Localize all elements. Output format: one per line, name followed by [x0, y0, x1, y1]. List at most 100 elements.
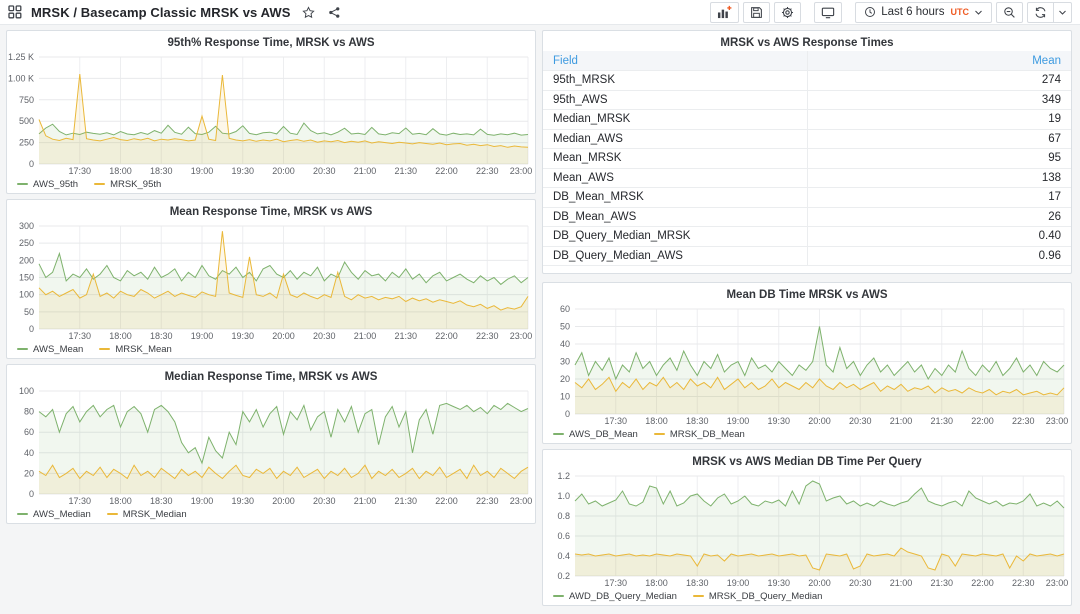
panel-mean-db-time: Mean DB Time MRSK vs AWS 17:3018:0018:30…	[542, 282, 1072, 444]
y-axis-tick-label: 0	[29, 159, 34, 169]
panel-title[interactable]: MRSK vs AWS Response Times	[543, 31, 1071, 51]
legend-item-MRSK_DB_Query_Median[interactable]: MRSK_DB_Query_Median	[693, 591, 823, 602]
y-axis-tick-label: 100	[19, 386, 34, 396]
x-axis-tick-label: 19:30	[231, 166, 254, 176]
x-axis-tick-label: 17:30	[604, 416, 627, 426]
legend-swatch	[107, 513, 118, 515]
legend-item-MRSK_Mean[interactable]: MRSK_Mean	[99, 344, 172, 355]
x-axis-tick-label: 20:30	[313, 331, 336, 341]
legend-swatch	[94, 183, 105, 185]
y-axis-tick-label: 0	[29, 324, 34, 334]
field-cell: DB_Mean_MRSK	[543, 188, 807, 208]
panel-title[interactable]: Median Response Time, MRSK vs AWS	[7, 365, 535, 385]
column-header-field[interactable]: Field	[543, 51, 807, 71]
legend-item-MRSK_DB_Mean[interactable]: MRSK_DB_Mean	[654, 429, 745, 440]
y-axis-tick-label: 0.4	[557, 551, 570, 561]
y-axis-tick-label: 10	[560, 392, 570, 402]
x-axis-tick-label: 19:00	[191, 166, 214, 176]
add-panel-button[interactable]	[710, 2, 739, 23]
legend-label: AWS_Mean	[33, 344, 83, 355]
chart-plot-area[interactable]: 17:3018:0018:3019:0019:3020:0020:3021:00…	[7, 220, 535, 342]
y-axis-tick-label: 250	[19, 138, 34, 148]
y-axis-tick-label: 150	[19, 273, 34, 283]
chart-legend: AWS_Median MRSK_Median	[7, 507, 535, 523]
panel-title[interactable]: 95th% Response Time, MRSK vs AWS	[7, 31, 535, 51]
legend-swatch	[693, 595, 704, 597]
x-axis-tick-label: 22:00	[971, 578, 994, 588]
zoom-out-time-button[interactable]	[996, 2, 1023, 23]
share-icon	[328, 6, 341, 19]
save-dashboard-button[interactable]	[743, 2, 770, 23]
x-axis-tick-label: 20:00	[272, 331, 295, 341]
table-row: DB_Query_Median_AWS0.96	[543, 246, 1071, 266]
star-dashboard-button[interactable]	[300, 6, 317, 19]
top-navbar: MRSK / Basecamp Classic MRSK vs AWS	[0, 0, 1080, 25]
x-axis-tick-label: 23:00	[510, 331, 533, 341]
mean-cell: 67	[807, 129, 1071, 149]
legend-item-AWS_Median[interactable]: AWS_Median	[17, 509, 91, 520]
chart-plot-area[interactable]: 17:3018:0018:3019:0019:3020:0020:3021:00…	[543, 470, 1071, 589]
column-header-mean[interactable]: Mean	[807, 51, 1071, 71]
y-axis-tick-label: 0.6	[557, 531, 570, 541]
x-axis-tick-label: 22:30	[476, 331, 499, 341]
share-dashboard-button[interactable]	[326, 6, 343, 19]
chart-plot-area[interactable]: 17:3018:0018:3019:0019:3020:0020:3021:00…	[7, 385, 535, 507]
refresh-interval-dropdown[interactable]	[1054, 2, 1072, 23]
table-row: Median_AWS67	[543, 129, 1071, 149]
x-axis-tick-label: 21:30	[394, 496, 417, 506]
panel-median-db-time-per-query: MRSK vs AWS Median DB Time Per Query 17:…	[542, 449, 1072, 606]
chart-legend: AWS_DB_Mean MRSK_DB_Mean	[543, 427, 1071, 443]
legend-item-MRSK_Median[interactable]: MRSK_Median	[107, 509, 187, 520]
time-range-picker[interactable]: Last 6 hours UTC	[855, 2, 992, 23]
table-row: DB_Query_Median_MRSK0.40	[543, 227, 1071, 247]
chart-plot-area[interactable]: 17:3018:0018:3019:0019:3020:0020:3021:00…	[543, 303, 1071, 427]
legend-item-MRSK_95th[interactable]: MRSK_95th	[94, 179, 161, 190]
mean-cell: 0.96	[807, 246, 1071, 266]
x-axis-tick-label: 17:30	[68, 166, 91, 176]
x-axis-tick-label: 18:30	[150, 166, 173, 176]
panel-median-response-time: Median Response Time, MRSK vs AWS 17:301…	[6, 364, 536, 524]
y-axis-tick-label: 30	[560, 357, 570, 367]
y-axis-tick-label: 1.25 K	[8, 52, 34, 62]
mean-cell: 0.40	[807, 227, 1071, 247]
legend-swatch	[654, 433, 665, 435]
y-axis-tick-label: 1.00 K	[8, 73, 34, 83]
field-cell: Median_AWS	[543, 129, 807, 149]
x-axis-tick-label: 23:00	[510, 496, 533, 506]
field-cell: DB_Query_Median_MRSK	[543, 227, 807, 247]
y-axis-tick-label: 0.2	[557, 571, 570, 581]
refresh-icon	[1034, 6, 1047, 19]
y-axis-tick-label: 0	[565, 409, 570, 419]
chevron-down-icon	[1058, 8, 1067, 17]
response-times-table: Field Mean 95th_MRSK27495th_AWS349Median…	[543, 51, 1071, 266]
y-axis-tick-label: 1.2	[557, 471, 570, 481]
panel-title[interactable]: Mean DB Time MRSK vs AWS	[543, 283, 1071, 303]
x-axis-tick-label: 22:00	[435, 166, 458, 176]
x-axis-tick-label: 23:00	[510, 166, 533, 176]
legend-swatch	[17, 348, 28, 350]
x-axis-tick-label: 18:30	[686, 578, 709, 588]
legend-item-AWS_Mean[interactable]: AWS_Mean	[17, 344, 83, 355]
table-row: 95th_AWS349	[543, 90, 1071, 110]
field-cell: Median_MRSK	[543, 110, 807, 130]
legend-label: MRSK_95th	[110, 179, 161, 190]
legend-item-AWS_95th[interactable]: AWS_95th	[17, 179, 78, 190]
time-range-label: Last 6 hours	[881, 6, 944, 18]
x-axis-tick-label: 23:00	[1046, 578, 1069, 588]
panel-title[interactable]: MRSK vs AWS Median DB Time Per Query	[543, 450, 1071, 470]
y-axis-tick-label: 0.8	[557, 511, 570, 521]
field-cell: Mean_AWS	[543, 168, 807, 188]
legend-item-AWS_DB_Mean[interactable]: AWS_DB_Mean	[553, 429, 638, 440]
x-axis-tick-label: 19:30	[231, 331, 254, 341]
cycle-view-mode-button[interactable]	[814, 2, 842, 23]
chart-plot-area[interactable]: 17:3018:0018:3019:0019:3020:0020:3021:00…	[7, 51, 535, 177]
x-axis-tick-label: 21:30	[394, 331, 417, 341]
panel-title[interactable]: Mean Response Time, MRSK vs AWS	[7, 200, 535, 220]
dashboard-grid-icon[interactable]	[8, 5, 22, 19]
refresh-dashboard-button[interactable]	[1027, 2, 1054, 23]
field-cell: 95th_AWS	[543, 90, 807, 110]
chevron-down-icon	[974, 8, 983, 17]
timezone-label: UTC	[951, 7, 970, 17]
dashboard-settings-button[interactable]	[774, 2, 801, 23]
legend-item-AWD_DB_Query_Median[interactable]: AWD_DB_Query_Median	[553, 591, 677, 602]
